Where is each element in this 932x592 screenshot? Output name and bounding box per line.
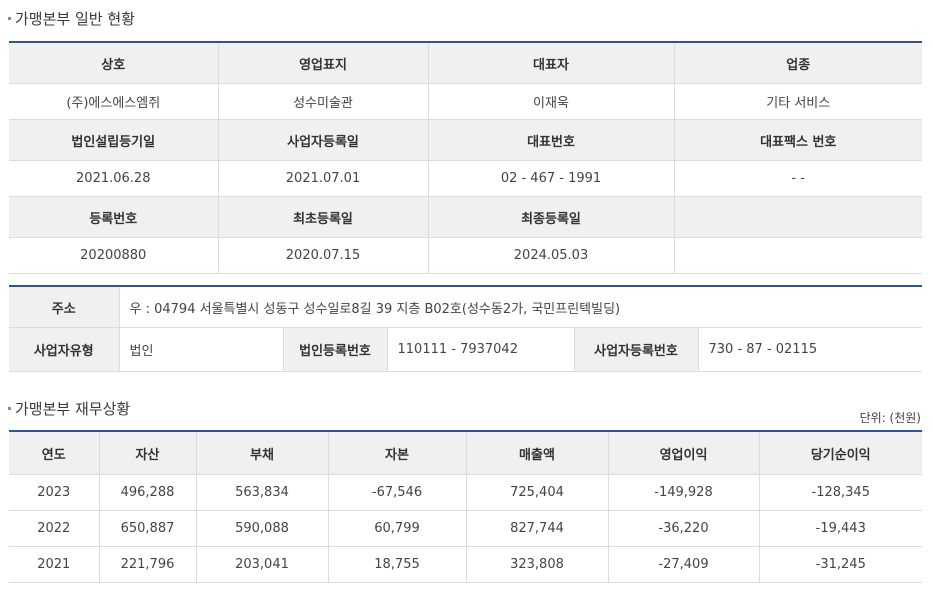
- revenue-header: 매출액: [466, 431, 609, 475]
- operating-income-header: 영업이익: [608, 431, 760, 475]
- operating-income-cell: -149,928: [608, 474, 760, 511]
- equity-cell: 60,799: [328, 510, 467, 547]
- liabilities-header: 부채: [196, 431, 329, 475]
- business-registration-label: 사업자등록번호: [574, 327, 699, 372]
- financial-table: 연도 자산 부채 자본 매출액 영업이익 당기순이익 2023 496,288 …: [9, 430, 922, 583]
- corporate-registration-label: 법인등록번호: [283, 327, 388, 372]
- year-header: 연도: [9, 431, 100, 475]
- business-type-row: 사업자유형 법인 법인등록번호 110111 - 7937042 사업자등록번호…: [9, 327, 923, 372]
- brand-name-value: 성수미술관: [218, 83, 429, 120]
- last-registration-date-value: 2024.05.03: [428, 237, 675, 274]
- liabilities-cell: 563,834: [196, 474, 329, 511]
- assets-cell: 496,288: [99, 474, 197, 511]
- liabilities-cell: 590,088: [196, 510, 329, 547]
- net-income-header: 당기순이익: [759, 431, 922, 475]
- business-type-label: 사업자유형: [9, 327, 120, 372]
- operating-income-cell: -36,220: [608, 510, 760, 547]
- main-phone-value: 02 - 467 - 1991: [428, 160, 675, 197]
- net-income-cell: -19,443: [759, 510, 922, 547]
- revenue-cell: 827,744: [466, 510, 609, 547]
- last-registration-date-header: 최종등록일: [428, 196, 675, 238]
- table-row: 2022 650,887 590,088 60,799 827,744 -36,…: [9, 510, 922, 547]
- registration-number-header: 등록번호: [9, 196, 219, 238]
- table-header-row: 등록번호 최초등록일 최종등록일: [9, 196, 922, 238]
- general-status-title: 가맹본부 일반 현황: [8, 8, 135, 29]
- first-registration-date-header: 최초등록일: [218, 196, 429, 238]
- equity-cell: 18,755: [328, 546, 467, 583]
- main-fax-value: - -: [674, 160, 922, 197]
- empty-value: [674, 237, 922, 274]
- address-value: 우 : 04794 서울특별시 성동구 성수일로8길 39 지층 B02호(성수…: [119, 286, 923, 328]
- assets-cell: 650,887: [99, 510, 197, 547]
- ceo-header: 대표자: [428, 42, 675, 84]
- year-cell: 2022: [9, 510, 100, 547]
- year-cell: 2021: [9, 546, 100, 583]
- bullet-icon: [8, 17, 11, 20]
- address-table: 주소 우 : 04794 서울특별시 성동구 성수일로8길 39 지층 B02호…: [9, 285, 923, 372]
- main-fax-header: 대표팩스 번호: [674, 119, 922, 161]
- business-registration-value: 730 - 87 - 02115: [698, 327, 923, 372]
- address-row: 주소 우 : 04794 서울특별시 성동구 성수일로8길 39 지층 B02호…: [9, 286, 923, 328]
- general-status-title-text: 가맹본부 일반 현황: [15, 10, 135, 28]
- net-income-cell: -31,245: [759, 546, 922, 583]
- company-name-value: (주)에스에스엠쥐: [9, 83, 219, 120]
- table-row: (주)에스에스엠쥐 성수미술관 이재욱 기타 서비스: [9, 83, 922, 120]
- table-row: 20200880 2020.07.15 2024.05.03: [9, 237, 922, 274]
- table-header-row: 상호 영업표지 대표자 업종: [9, 42, 922, 84]
- assets-header: 자산: [99, 431, 197, 475]
- assets-cell: 221,796: [99, 546, 197, 583]
- operating-income-cell: -27,409: [608, 546, 760, 583]
- incorporation-date-value: 2021.06.28: [9, 160, 219, 197]
- incorporation-date-header: 법인설립등기일: [9, 119, 219, 161]
- main-phone-header: 대표번호: [428, 119, 675, 161]
- registration-number-value: 20200880: [9, 237, 219, 274]
- empty-header: [674, 196, 922, 238]
- financial-status-title-text: 가맹본부 재무상황: [15, 400, 131, 418]
- address-label: 주소: [9, 286, 120, 328]
- industry-value: 기타 서비스: [674, 83, 922, 120]
- net-income-cell: -128,345: [759, 474, 922, 511]
- business-registration-date-value: 2021.07.01: [218, 160, 429, 197]
- equity-header: 자본: [328, 431, 467, 475]
- brand-name-header: 영업표지: [218, 42, 429, 84]
- general-info-table: 상호 영업표지 대표자 업종 (주)에스에스엠쥐 성수미술관 이재욱 기타 서비…: [9, 41, 922, 274]
- table-header-row: 법인설립등기일 사업자등록일 대표번호 대표팩스 번호: [9, 119, 922, 161]
- business-type-value: 법인: [119, 327, 284, 372]
- bullet-icon: [8, 407, 11, 410]
- business-registration-date-header: 사업자등록일: [218, 119, 429, 161]
- ceo-value: 이재욱: [428, 83, 675, 120]
- year-cell: 2023: [9, 474, 100, 511]
- table-row: 2021.06.28 2021.07.01 02 - 467 - 1991 - …: [9, 160, 922, 197]
- industry-header: 업종: [674, 42, 922, 84]
- first-registration-date-value: 2020.07.15: [218, 237, 429, 274]
- equity-cell: -67,546: [328, 474, 467, 511]
- table-row: 2021 221,796 203,041 18,755 323,808 -27,…: [9, 546, 922, 583]
- table-row: 2023 496,288 563,834 -67,546 725,404 -14…: [9, 474, 922, 511]
- table-header-row: 연도 자산 부채 자본 매출액 영업이익 당기순이익: [9, 431, 922, 475]
- unit-label: 단위: (천원): [859, 411, 921, 425]
- company-name-header: 상호: [9, 42, 219, 84]
- corporate-registration-value: 110111 - 7937042: [387, 327, 575, 372]
- revenue-cell: 323,808: [466, 546, 609, 583]
- revenue-cell: 725,404: [466, 474, 609, 511]
- liabilities-cell: 203,041: [196, 546, 329, 583]
- financial-status-title: 가맹본부 재무상황: [8, 398, 130, 419]
